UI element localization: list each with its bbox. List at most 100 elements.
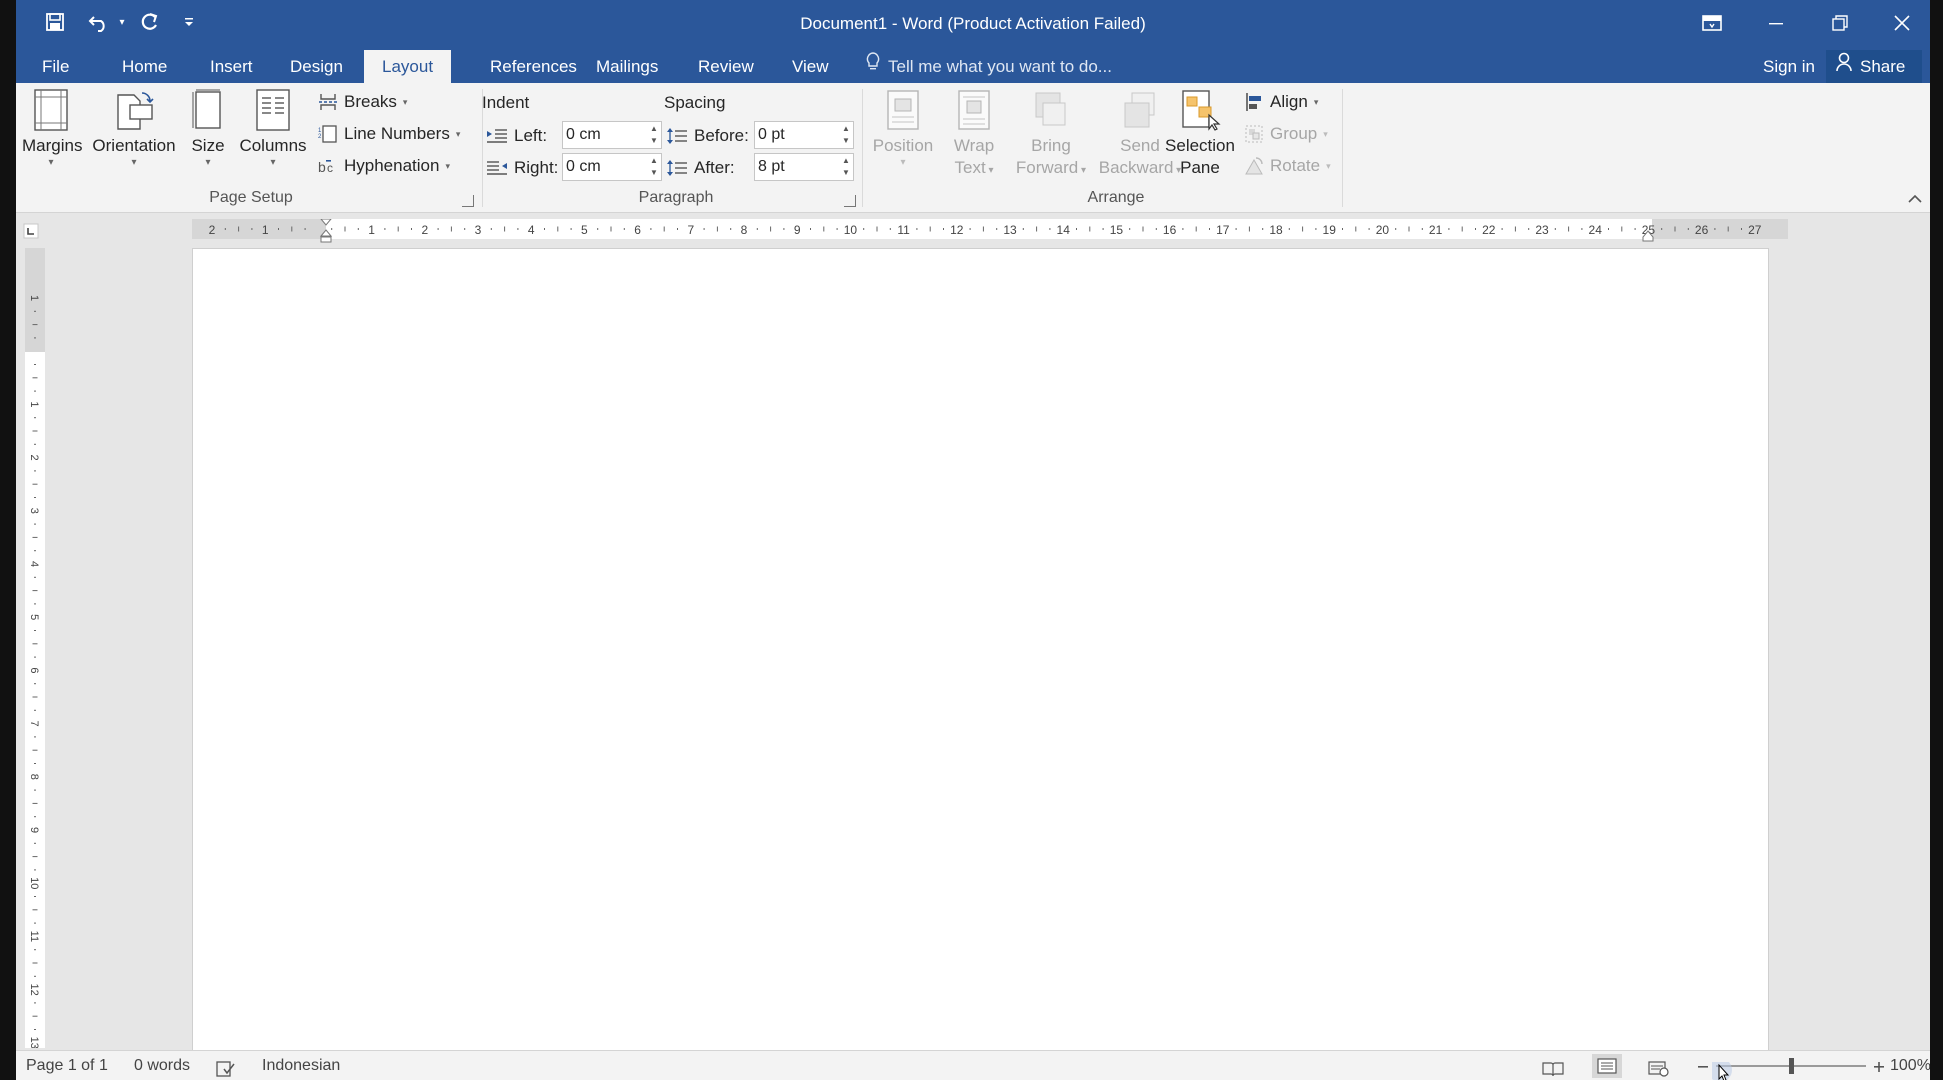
language-indicator[interactable]: Indonesian — [262, 1051, 340, 1080]
margins-button[interactable]: Margins ▾ — [22, 89, 83, 169]
indent-right-field[interactable]: 0 cm ▲ ▼ — [562, 153, 662, 181]
proofing-icon[interactable] — [216, 1058, 236, 1077]
tell-me-box[interactable]: Tell me what you want to do... — [866, 50, 1112, 83]
bring-forward-button[interactable]: Bring Forward ▾ — [1010, 89, 1092, 182]
svg-text:b: b — [318, 159, 326, 175]
line-numbers-icon: 12 — [318, 125, 337, 143]
tell-me-placeholder: Tell me what you want to do... — [888, 57, 1112, 76]
hyphenation-label: Hyphenation — [344, 156, 440, 175]
page-setup-group-label: Page Setup — [209, 189, 293, 206]
minimize-icon[interactable] — [1748, 0, 1804, 46]
collapse-ribbon-icon[interactable] — [1908, 191, 1922, 207]
zoom-in-button[interactable] — [1872, 1057, 1886, 1075]
web-layout-icon[interactable] — [1648, 1058, 1670, 1077]
document-page[interactable] — [192, 248, 1769, 1068]
print-layout-icon[interactable] — [1592, 1054, 1622, 1078]
word-count[interactable]: 0 words — [134, 1051, 190, 1080]
spacing-before-icon — [667, 128, 687, 144]
share-button[interactable]: Share — [1826, 50, 1922, 83]
position-button[interactable]: Position ▾ — [868, 89, 938, 169]
spin-arrows-icon[interactable]: ▲ ▼ — [841, 123, 851, 147]
orientation-icon — [117, 92, 154, 130]
zoom-out-button[interactable] — [1696, 1057, 1710, 1075]
margins-label: Margins — [22, 136, 83, 155]
paragraph-launcher-icon[interactable] — [844, 195, 856, 207]
ribbon-tabs: File Home Insert Design Layout Reference… — [16, 46, 1930, 83]
indent-heading: Indent — [482, 93, 530, 112]
indent-right-label: Right: — [486, 155, 558, 181]
spacing-before-label: Before: — [666, 123, 749, 149]
spin-arrows-icon[interactable]: ▲ ▼ — [841, 155, 851, 179]
window-title: Document1 - Word (Product Activation Fai… — [800, 14, 1146, 33]
orientation-label: Orientation — [92, 136, 176, 155]
undo-dropdown-icon[interactable]: ▾ — [114, 8, 130, 36]
wrap-text-button[interactable]: Wrap Text ▾ — [944, 89, 1004, 182]
spacing-heading: Spacing — [664, 93, 726, 112]
send-backward-icon — [1124, 92, 1155, 128]
selection-pane-button[interactable]: Selection Pane — [1160, 89, 1240, 179]
spin-arrows-icon[interactable]: ▲ ▼ — [649, 155, 659, 179]
chevron-down-icon: ▾ — [131, 157, 137, 168]
breaks-label: Breaks — [344, 92, 397, 111]
group-divider — [1342, 89, 1343, 207]
restore-icon[interactable] — [1812, 0, 1868, 46]
tab-view[interactable]: View — [774, 50, 847, 83]
chevron-down-icon: ▾ — [270, 157, 276, 168]
hyphenation-icon: bc — [318, 159, 333, 175]
tab-review[interactable]: Review — [680, 50, 772, 83]
save-icon[interactable] — [40, 8, 70, 36]
margins-icon — [34, 89, 68, 131]
chevron-down-icon: ▾ — [205, 157, 211, 168]
spacing-after-field[interactable]: 8 pt ▲ ▼ — [754, 153, 854, 181]
sign-in-link[interactable]: Sign in — [1763, 50, 1815, 83]
chevron-down-icon: ▾ — [1326, 161, 1331, 171]
columns-button[interactable]: Columns ▾ — [238, 89, 308, 169]
spin-arrows-icon[interactable]: ▲ ▼ — [649, 123, 659, 147]
zoom-level[interactable]: 100% — [1890, 1051, 1930, 1080]
chevron-down-icon: ▾ — [455, 129, 461, 139]
tab-home[interactable]: Home — [104, 50, 185, 83]
indent-left-field[interactable]: 0 cm ▲ ▼ — [562, 121, 662, 149]
group-icon — [1245, 125, 1263, 143]
size-label: Size — [191, 136, 225, 155]
ribbon-display-options-icon[interactable] — [1684, 0, 1740, 46]
tab-insert[interactable]: Insert — [192, 50, 271, 83]
page-count[interactable]: Page 1 of 1 — [26, 1051, 108, 1080]
customize-qat-icon[interactable] — [178, 8, 200, 36]
wrap-text-icon — [958, 90, 990, 130]
tab-mailings[interactable]: Mailings — [578, 50, 676, 83]
svg-text:c: c — [327, 161, 333, 175]
hyphenation-button[interactable]: bc Hyphenation ▾ — [318, 153, 450, 179]
line-numbers-button[interactable]: 12 Line Numbers ▾ — [318, 121, 460, 147]
lightbulb-icon — [866, 50, 880, 83]
columns-icon — [256, 89, 290, 131]
orientation-button[interactable]: Orientation ▾ — [90, 89, 178, 169]
spacing-after-label: After: — [666, 155, 735, 181]
page-setup-launcher-icon[interactable] — [462, 195, 474, 207]
position-icon — [887, 90, 919, 130]
spacing-before-field[interactable]: 0 pt ▲ ▼ — [754, 121, 854, 149]
breaks-icon — [319, 94, 337, 110]
columns-label: Columns — [239, 136, 307, 155]
group-button[interactable]: Group ▾ — [1244, 121, 1328, 147]
word-window: ▾ Document1 - Word (Product Activation F… — [16, 0, 1930, 1080]
rotate-icon — [1245, 157, 1263, 175]
read-mode-icon[interactable] — [1542, 1058, 1564, 1077]
mouse-pointer-icon — [1708, 1058, 1742, 1080]
redo-icon[interactable] — [134, 8, 164, 36]
breaks-button[interactable]: Breaks ▾ — [318, 89, 407, 115]
chevron-down-icon: ▾ — [900, 157, 906, 168]
tab-references[interactable]: References — [472, 50, 595, 83]
status-bar: Page 1 of 1 0 words Indonesian 100% — [16, 1050, 1930, 1080]
tab-layout[interactable]: Layout — [364, 50, 452, 83]
zoom-slider-thumb[interactable] — [1789, 1058, 1794, 1074]
close-icon[interactable] — [1874, 0, 1930, 46]
align-label: Align — [1270, 92, 1308, 111]
undo-icon[interactable] — [84, 8, 114, 36]
rotate-button[interactable]: Rotate ▾ — [1244, 153, 1331, 179]
tab-design[interactable]: Design — [272, 50, 361, 83]
size-button[interactable]: Size ▾ — [188, 89, 228, 169]
tab-file[interactable]: File — [24, 50, 87, 83]
align-icon — [1246, 93, 1261, 111]
align-button[interactable]: Align ▾ — [1244, 89, 1318, 115]
